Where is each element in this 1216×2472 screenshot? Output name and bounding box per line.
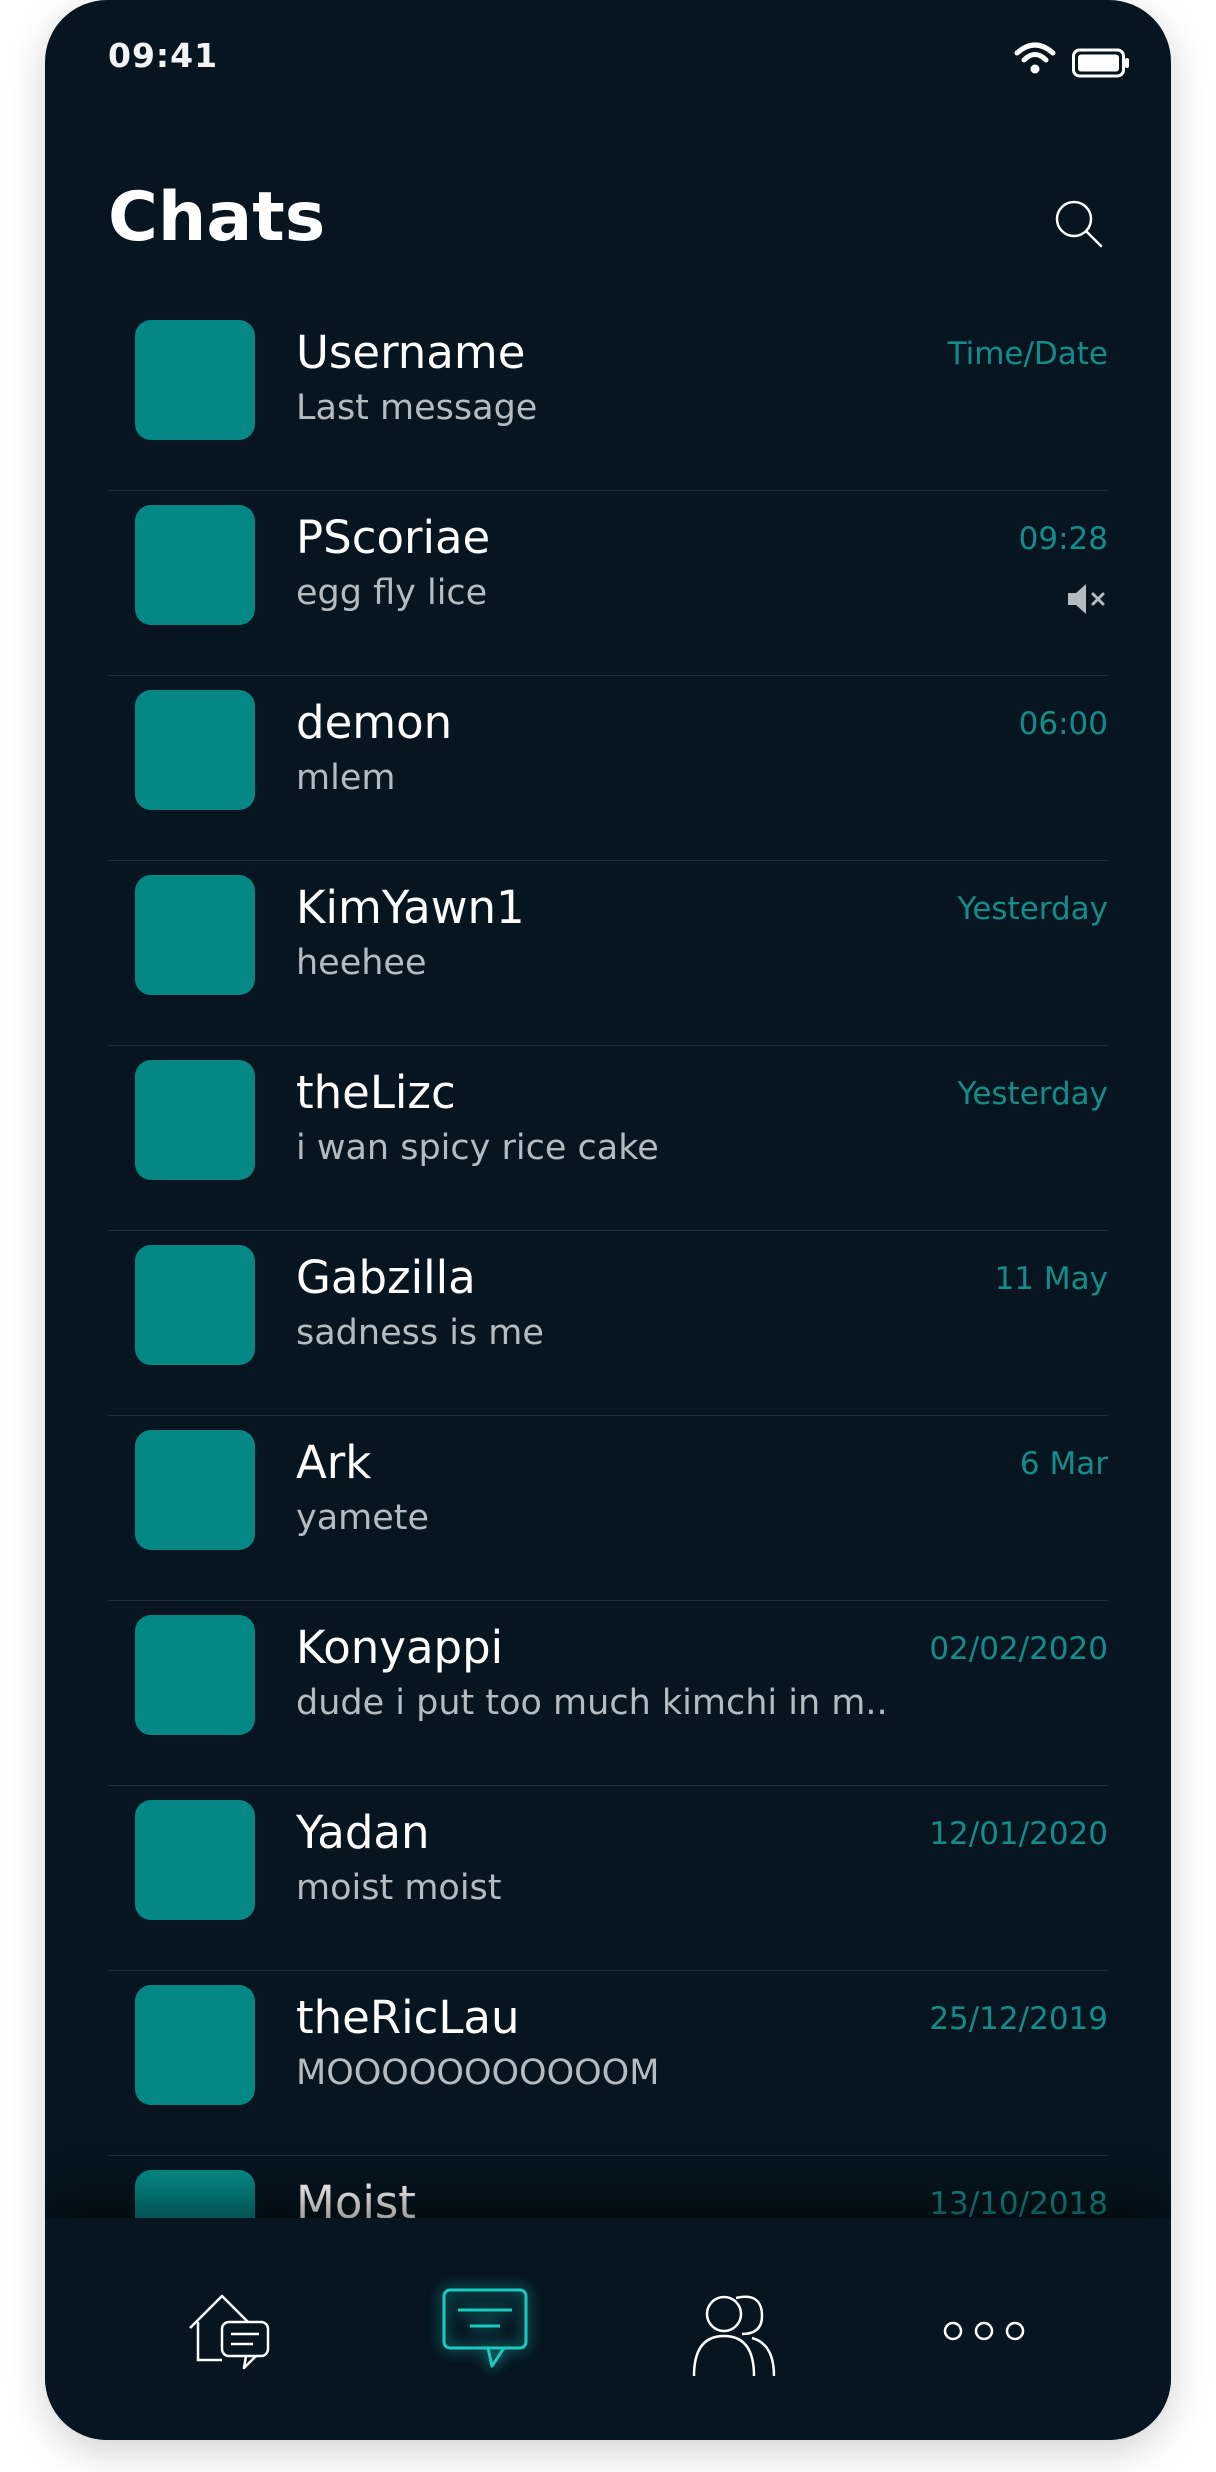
chat-username: demon bbox=[296, 696, 453, 749]
chat-last-message: moist moist bbox=[296, 1868, 502, 1908]
chat-row[interactable]: Yadan moist moist 12/01/2020 bbox=[108, 1786, 1108, 1971]
chat-username: Yadan bbox=[296, 1806, 430, 1859]
avatar bbox=[135, 320, 255, 440]
avatar bbox=[135, 1615, 255, 1735]
chat-last-message: Last message bbox=[296, 388, 538, 428]
chat-username: Ark bbox=[296, 1436, 372, 1489]
chat-time: Yesterday bbox=[957, 1076, 1109, 1112]
chat-last-message: sadness is me bbox=[296, 1313, 544, 1353]
nav-home[interactable] bbox=[180, 2276, 290, 2386]
chat-last-message: egg fly lice bbox=[296, 573, 488, 613]
avatar bbox=[135, 1245, 255, 1365]
chat-row[interactable]: Gabzilla sadness is me 11 May bbox=[108, 1231, 1108, 1416]
chat-time: 6 Mar bbox=[1019, 1446, 1108, 1482]
battery-icon bbox=[1072, 48, 1129, 78]
page-title: Chats bbox=[108, 178, 326, 257]
phone-screen: 09:41 Chats Username Last message Time/D… bbox=[45, 0, 1171, 2440]
avatar bbox=[135, 1430, 255, 1550]
chat-username: Gabzilla bbox=[296, 1251, 476, 1304]
nav-contacts[interactable] bbox=[678, 2276, 788, 2386]
chat-time: 09:28 bbox=[1018, 521, 1108, 557]
bottom-nav bbox=[45, 2218, 1171, 2440]
chat-time: 12/01/2020 bbox=[929, 1816, 1108, 1852]
chat-last-message: i wan spicy rice cake bbox=[296, 1128, 659, 1168]
chat-time: 13/10/2018 bbox=[929, 2186, 1108, 2218]
chat-username: KimYawn1 bbox=[296, 881, 525, 934]
contacts-icon bbox=[692, 2295, 776, 2377]
chat-time: 02/02/2020 bbox=[929, 1631, 1108, 1667]
chat-username: theRicLau bbox=[296, 1991, 520, 2044]
chat-row[interactable]: theLizc i wan spicy rice cake Yesterday bbox=[108, 1046, 1108, 1231]
chat-time: 06:00 bbox=[1018, 706, 1108, 742]
avatar bbox=[135, 875, 255, 995]
chat-row[interactable]: Konyappi dude i put too much kimchi in m… bbox=[108, 1601, 1108, 1786]
home-chat-icon bbox=[189, 2294, 270, 2370]
avatar bbox=[135, 2170, 255, 2218]
chats-icon bbox=[442, 2288, 528, 2368]
chat-row[interactable]: Ark yamete 6 Mar bbox=[108, 1416, 1108, 1601]
avatar bbox=[135, 690, 255, 810]
avatar bbox=[135, 1985, 255, 2105]
chat-row[interactable]: Username Last message Time/Date bbox=[108, 306, 1108, 491]
chat-username: Username bbox=[296, 326, 526, 379]
chat-time: Yesterday bbox=[957, 891, 1109, 927]
chat-row[interactable]: demon mlem 06:00 bbox=[108, 676, 1108, 861]
chat-list: Username Last message Time/Date PScoriae… bbox=[45, 306, 1171, 2218]
chat-last-message: heehee bbox=[296, 943, 427, 983]
mute-icon bbox=[1068, 584, 1105, 614]
chat-last-message: mlem bbox=[296, 758, 396, 798]
chat-last-message: yamete bbox=[296, 1498, 430, 1538]
chat-last-message: dude i put too much kimchi in m.. bbox=[296, 1683, 888, 1723]
chat-time: 11 May bbox=[994, 1261, 1108, 1297]
status-bar: 09:41 bbox=[45, 0, 1171, 100]
chat-username: Moist bbox=[296, 2176, 416, 2218]
chat-row[interactable]: theRicLau MOOOOOOOOOOOM 25/12/2019 bbox=[108, 1971, 1108, 2156]
status-time: 09:41 bbox=[108, 36, 219, 75]
nav-more[interactable] bbox=[929, 2276, 1039, 2386]
search-icon[interactable] bbox=[1051, 196, 1107, 252]
chat-username: theLizc bbox=[296, 1066, 456, 1119]
chat-username: PScoriae bbox=[296, 511, 491, 564]
avatar bbox=[135, 1800, 255, 1920]
chat-username: Konyappi bbox=[296, 1621, 504, 1674]
nav-chats[interactable] bbox=[430, 2276, 540, 2386]
wifi-icon bbox=[1014, 42, 1056, 74]
chat-last-message: MOOOOOOOOOOOM bbox=[296, 2053, 660, 2093]
avatar bbox=[135, 1060, 255, 1180]
chat-row[interactable]: Moist 13/10/2018 bbox=[108, 2156, 1108, 2218]
more-icon bbox=[943, 2321, 1025, 2341]
chat-time: Time/Date bbox=[947, 336, 1108, 372]
chat-time: 25/12/2019 bbox=[929, 2001, 1108, 2037]
chat-row[interactable]: PScoriae egg fly lice 09:28 bbox=[108, 491, 1108, 676]
chat-row[interactable]: KimYawn1 heehee Yesterday bbox=[108, 861, 1108, 1046]
avatar bbox=[135, 505, 255, 625]
